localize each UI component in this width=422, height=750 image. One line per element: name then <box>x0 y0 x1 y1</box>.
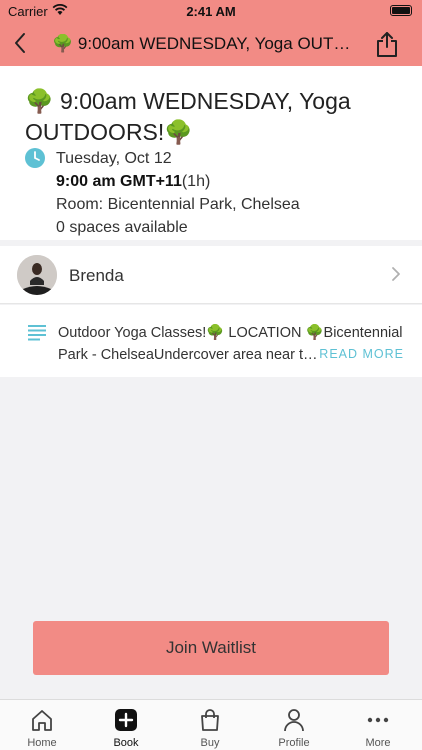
description-row[interactable]: Outdoor Yoga Classes!🌳 LOCATION 🌳Bicente… <box>0 305 422 377</box>
person-icon <box>284 709 304 732</box>
class-duration: (1h) <box>181 173 211 190</box>
tab-book-label: Book <box>113 737 139 749</box>
tab-home-label: Home <box>27 737 57 749</box>
class-header: 🌳 9:00am WEDNESDAY, Yoga OUTDOORS!🌳 Tues… <box>0 66 422 240</box>
class-time-line: 9:00 am GMT+11(1h) <box>56 173 210 191</box>
class-date: Tuesday, Oct 12 <box>56 150 172 167</box>
share-icon[interactable] <box>374 30 400 58</box>
join-waitlist-button[interactable]: Join Waitlist <box>33 621 389 675</box>
book-plus-icon <box>115 709 137 731</box>
class-spaces: 0 spaces available <box>56 219 188 236</box>
tab-buy-label: Buy <box>200 737 220 749</box>
bag-icon <box>201 709 219 731</box>
class-title: 🌳 9:00am WEDNESDAY, Yoga OUTDOORS!🌳 <box>25 88 351 145</box>
home-icon <box>32 710 52 731</box>
tab-more[interactable]: More <box>336 700 420 750</box>
tab-book[interactable]: Book <box>84 700 168 750</box>
description-line-1: Outdoor Yoga Classes!🌳 LOCATION 🌳Bicente… <box>58 325 403 341</box>
clock-time: 2:41 AM <box>186 4 236 19</box>
clock-icon <box>25 148 45 168</box>
back-arrow-icon[interactable] <box>10 30 32 56</box>
description-line-2: Park - ChelseaUndercover area near the p… <box>58 347 320 363</box>
tab-buy[interactable]: Buy <box>168 700 252 750</box>
tab-more-label: More <box>365 737 391 749</box>
read-more-link[interactable]: READ MORE <box>319 347 404 361</box>
status-bar: Carrier 2:41 AM <box>0 0 422 22</box>
tab-profile-label: Profile <box>278 737 310 749</box>
nav-title: 🌳 9:00am WEDNESDAY, Yoga OUTDOORS!🌳 <box>52 34 352 53</box>
navigation-bar: 🌳 9:00am WEDNESDAY, Yoga OUTDOORS!🌳 <box>0 22 422 66</box>
avatar <box>17 255 57 295</box>
class-time: 9:00 am GMT+11 <box>56 173 182 190</box>
dots-icon <box>367 717 389 723</box>
battery-icon <box>390 5 412 16</box>
tab-bar: Home Book Buy Profile More <box>0 699 422 750</box>
class-room: Room: Bicentennial Park, Chelsea <box>56 196 300 213</box>
tab-home[interactable]: Home <box>0 700 84 750</box>
teacher-name: Brenda <box>69 266 124 285</box>
tab-profile[interactable]: Profile <box>252 700 336 750</box>
text-lines-icon <box>28 325 46 341</box>
teacher-row[interactable]: Brenda <box>0 246 422 304</box>
chevron-right-icon <box>392 267 400 281</box>
